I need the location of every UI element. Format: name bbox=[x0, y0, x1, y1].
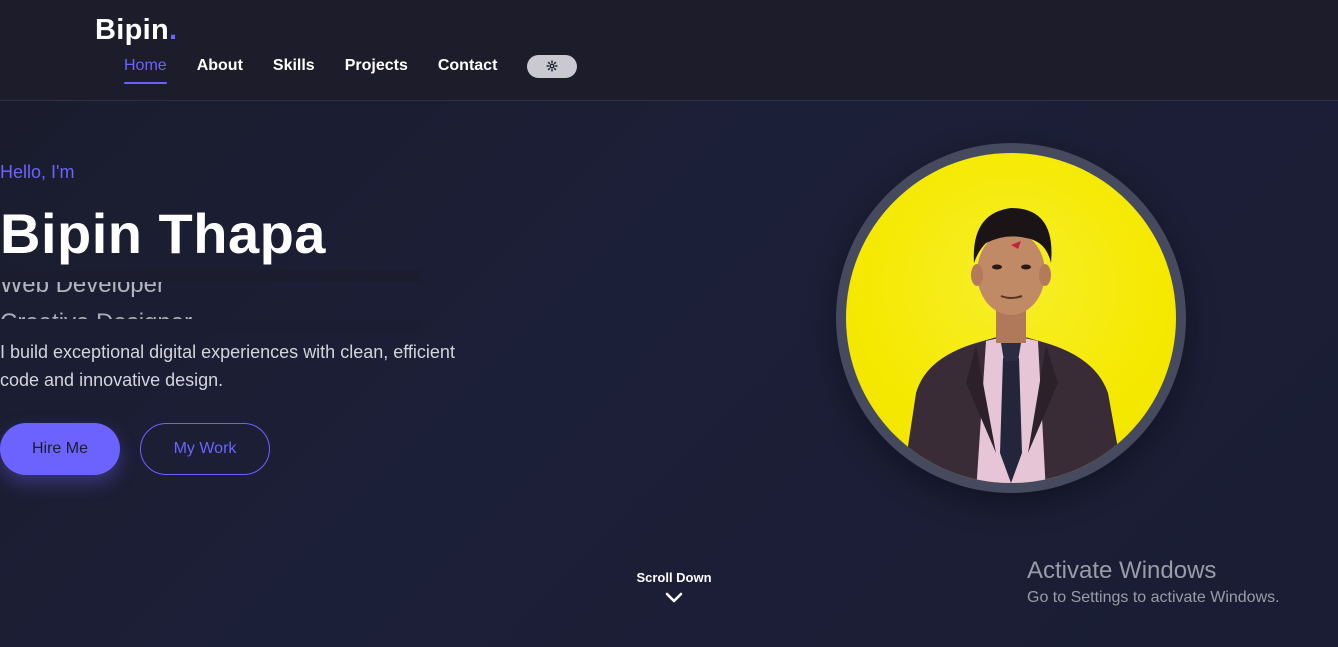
role-item: Web Developer bbox=[0, 271, 165, 298]
scroll-down[interactable]: Scroll Down bbox=[620, 570, 728, 605]
hire-me-button[interactable]: Hire Me bbox=[0, 423, 120, 475]
my-work-button[interactable]: My Work bbox=[140, 423, 270, 475]
hero-roles: Web Developer Creative Designer bbox=[0, 270, 420, 332]
nav-home[interactable]: Home bbox=[124, 56, 167, 84]
watermark-title: Activate Windows bbox=[1027, 557, 1217, 584]
hero-tagline: I build exceptional digital experiences … bbox=[0, 342, 455, 390]
role-item: Creative Designer bbox=[0, 309, 193, 332]
nav-projects[interactable]: Projects bbox=[345, 56, 408, 84]
hero-greeting: Hello, I'm bbox=[0, 162, 75, 182]
avatar-frame bbox=[836, 143, 1186, 493]
avatar bbox=[846, 153, 1176, 483]
windows-activation-watermark: Activate Windows Go to Settings to activ… bbox=[1027, 556, 1280, 610]
logo-dot: . bbox=[169, 14, 178, 46]
watermark-subtitle: Go to Settings to activate Windows. bbox=[1027, 589, 1280, 606]
main-nav: Home About Skills Projects Contact bbox=[124, 54, 578, 84]
site-header: Bipin. Home About Skills Projects Contac… bbox=[0, 0, 1338, 101]
nav-about[interactable]: About bbox=[197, 56, 243, 84]
logo-text: Bipin bbox=[95, 14, 169, 46]
gear-icon bbox=[546, 60, 558, 72]
chevron-down-icon bbox=[665, 592, 683, 603]
scroll-down-label: Scroll Down bbox=[636, 570, 712, 585]
profile-photo bbox=[902, 208, 1125, 483]
nav-skills[interactable]: Skills bbox=[273, 56, 315, 84]
nav-contact[interactable]: Contact bbox=[438, 56, 498, 84]
theme-toggle[interactable] bbox=[527, 54, 578, 78]
page: Bipin. Home About Skills Projects Contac… bbox=[0, 0, 1338, 647]
logo[interactable]: Bipin. bbox=[95, 14, 177, 47]
hero-name: Bipin Thapa bbox=[0, 202, 326, 265]
